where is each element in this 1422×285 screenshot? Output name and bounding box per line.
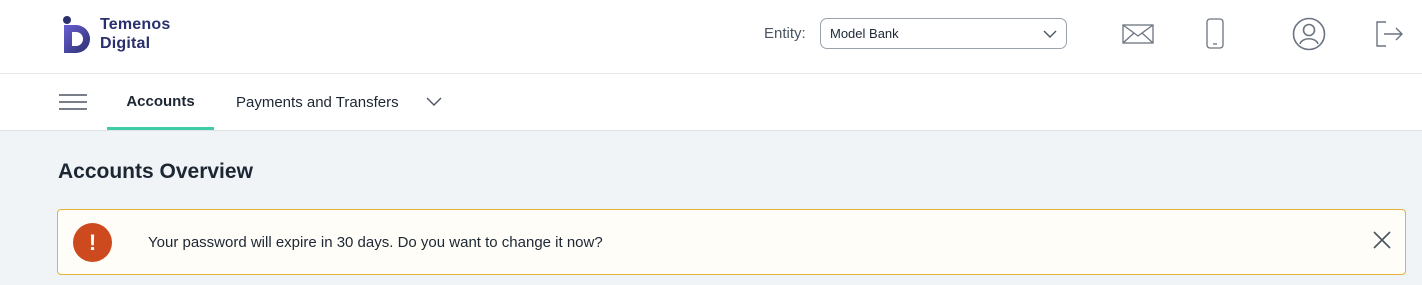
logo-text: Temenos Digital	[100, 15, 210, 53]
entity-selected-value: Model Bank	[830, 26, 899, 41]
alert-message: Your password will expire in 30 days. Do…	[148, 234, 603, 251]
logout-icon[interactable]	[1374, 20, 1406, 48]
entity-select[interactable]: Model Bank	[820, 18, 1067, 49]
logo-mark-icon	[63, 16, 90, 53]
phone-icon[interactable]	[1205, 18, 1225, 50]
logo-line2: Digital	[100, 35, 151, 52]
top-bar: Temenos Digital Entity: Model Bank	[0, 0, 1422, 74]
chevron-down-icon	[1043, 30, 1057, 38]
page-title: Accounts Overview	[58, 160, 253, 183]
hamburger-icon[interactable]	[59, 93, 87, 111]
tab-payments-and-transfers[interactable]: Payments and Transfers	[236, 74, 399, 130]
envelope-icon[interactable]	[1122, 23, 1154, 45]
entity-label: Entity:	[764, 25, 806, 42]
exclamation-icon: !	[73, 223, 112, 262]
password-expiry-alert: ! Your password will expire in 30 days. …	[57, 209, 1406, 275]
chevron-down-icon[interactable]	[425, 94, 443, 108]
main-nav: Accounts Payments and Transfers	[0, 74, 1422, 131]
logo-line1: Temenos	[100, 16, 171, 33]
close-icon[interactable]	[1372, 230, 1392, 250]
tab-accounts[interactable]: Accounts	[107, 74, 214, 130]
user-icon[interactable]	[1292, 17, 1326, 51]
